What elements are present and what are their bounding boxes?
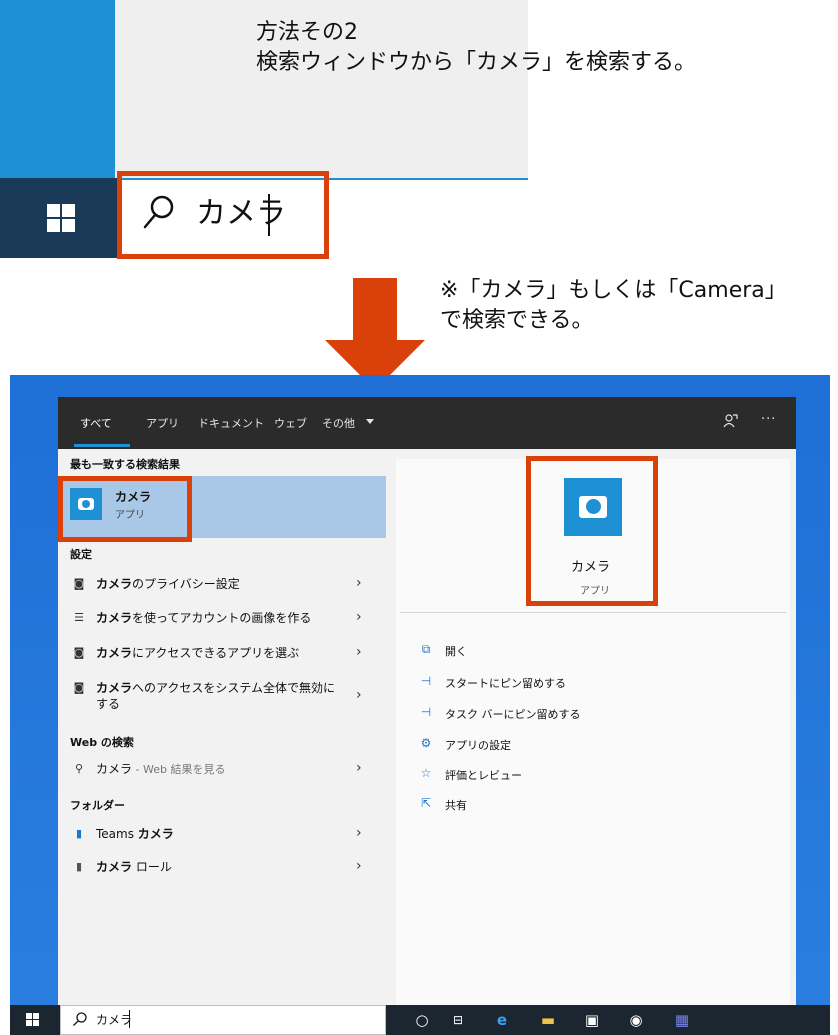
best-match-heading: 最も一致する検索結果 — [70, 458, 180, 471]
task-view-icon[interactable]: ⊟ — [448, 1010, 468, 1030]
taskbar-search-input[interactable]: カメラ — [96, 1011, 132, 1028]
search-icon: ⚲ — [74, 762, 84, 775]
folder-icon: ▮ — [75, 860, 83, 873]
method-caption: 方法その2 検索ウィンドウから「カメラ」を検索する。 — [256, 18, 696, 78]
camera-frame-icon: ◙ — [73, 577, 85, 590]
down-arrow-icon — [325, 278, 425, 390]
cortana-icon[interactable]: ○ — [412, 1010, 432, 1030]
gear-icon: ⚙ — [420, 736, 432, 750]
windows-logo-icon[interactable] — [26, 1013, 40, 1027]
pin-icon: ⊣ — [420, 674, 432, 688]
more-options-icon[interactable]: ··· — [761, 412, 776, 427]
method-title: 方法その2 — [256, 20, 358, 45]
search-icon — [73, 1012, 87, 1026]
folder-item-teams-camera[interactable]: ▮ Teams カメラ › — [58, 821, 386, 849]
chevron-down-icon — [366, 419, 374, 424]
windows-logo-icon[interactable] — [47, 204, 75, 232]
chevron-right-icon: › — [356, 858, 362, 874]
web-search-item[interactable]: ⚲ カメラ - Web 結果を見る › — [58, 756, 386, 784]
feedback-icon[interactable] — [722, 413, 738, 429]
detail-highlight-box — [526, 456, 658, 606]
settings-item-account-picture[interactable]: ☰ カメラを使ってアカウントの画像を作る › — [58, 605, 386, 633]
share-icon: ⇱ — [420, 796, 432, 810]
method-description: 検索ウィンドウから「カメラ」を検索する。 — [256, 50, 697, 75]
teams-icon[interactable]: ▦ — [672, 1010, 692, 1030]
pin-icon: ⊣ — [420, 705, 432, 719]
detail-divider — [400, 612, 786, 613]
tab-apps[interactable]: アプリ — [146, 415, 179, 431]
file-explorer-icon[interactable]: ▬ — [538, 1010, 558, 1030]
settings-heading: 設定 — [70, 548, 92, 561]
settings-item-disable-access[interactable]: ◙ カメラへのアクセスをシステム全体で無効に する › — [58, 675, 386, 719]
open-icon: ⧉ — [421, 642, 431, 656]
settings-item-app-access[interactable]: ◙ カメラにアクセスできるアプリを選ぶ › — [58, 640, 386, 668]
note-line-2: で検索できる。 — [440, 308, 594, 333]
tab-web[interactable]: ウェブ — [274, 415, 307, 431]
tab-all[interactable]: すべて — [80, 415, 112, 431]
chevron-right-icon: › — [356, 575, 362, 591]
account-list-icon: ☰ — [74, 611, 84, 624]
chevron-right-icon: › — [356, 687, 362, 703]
chevron-right-icon: › — [356, 644, 362, 660]
camera-frame-icon: ◙ — [73, 681, 85, 694]
edge-icon[interactable]: e — [492, 1010, 512, 1030]
folders-heading: フォルダー — [70, 799, 125, 812]
web-search-heading: Web の検索 — [70, 736, 134, 749]
note-line-1: ※「カメラ」もしくは「Camera」 — [440, 278, 787, 303]
search-highlight-box — [117, 171, 329, 259]
store-icon[interactable]: ▣ — [582, 1010, 602, 1030]
star-list-icon: ☆ — [420, 766, 432, 780]
best-match-highlight-box — [58, 476, 192, 542]
tab-documents[interactable]: ドキュメント — [198, 415, 264, 431]
folder-item-camera-roll[interactable]: ▮ カメラ ロール › — [58, 854, 386, 882]
chevron-right-icon: › — [356, 760, 362, 776]
camera-frame-icon: ◙ — [73, 646, 85, 659]
search-note: ※「カメラ」もしくは「Camera」 で検索できる。 — [440, 276, 787, 336]
photos-icon[interactable]: ◉ — [626, 1010, 646, 1030]
settings-item-privacy[interactable]: ◙ カメラのプライバシー設定 › — [58, 571, 386, 599]
tab-more[interactable]: その他 — [322, 415, 355, 431]
chevron-right-icon: › — [356, 609, 362, 625]
active-tab-indicator — [74, 444, 130, 447]
chevron-right-icon: › — [356, 825, 362, 841]
text-caret — [129, 1010, 130, 1028]
desktop-background — [0, 0, 115, 178]
folder-icon: ▮ — [75, 827, 83, 840]
